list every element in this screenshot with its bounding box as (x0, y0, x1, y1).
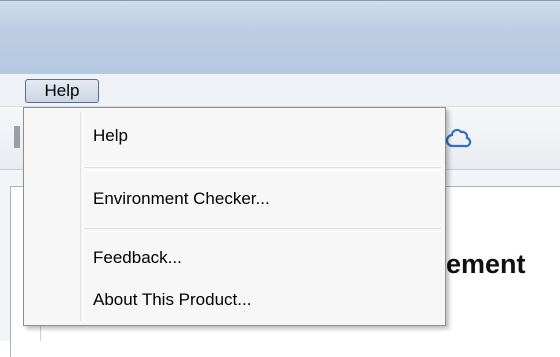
menu-separator (84, 167, 441, 171)
window-titlebar (0, 0, 560, 75)
menu-item-feedback[interactable]: Feedback... (93, 246, 182, 270)
menu-item-about[interactable]: About This Product... (93, 288, 251, 312)
help-dropdown-menu: Help Environment Checker... Feedback... … (23, 107, 446, 326)
menu-help[interactable]: Help (25, 79, 99, 103)
content-heading: ement (446, 249, 526, 279)
menu-separator (84, 228, 441, 232)
toolbar-separator (14, 126, 20, 148)
cloud-icon[interactable] (445, 123, 473, 151)
menu-item-environment-checker[interactable]: Environment Checker... (93, 187, 270, 211)
menu-item-help[interactable]: Help (93, 124, 128, 148)
menu-icon-gutter (80, 112, 84, 321)
